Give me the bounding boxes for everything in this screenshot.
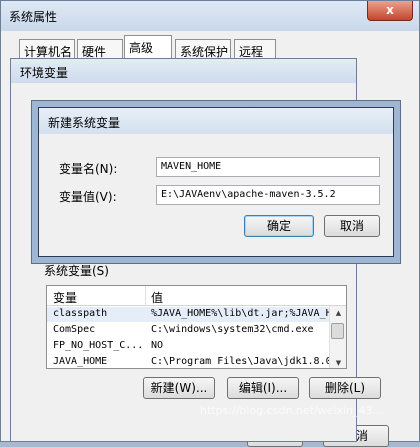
- variable-value: C:\Program Files\Java\jdk1.8.0_181: [151, 356, 330, 367]
- table-row[interactable]: classpath %JAVA_HOME%\lib\dt.jar;%JAVA_H…: [47, 307, 330, 322]
- variable-value: NO: [151, 340, 164, 351]
- table-row[interactable]: FP_NO_HOST_C... NO: [47, 339, 330, 354]
- column-divider: [145, 286, 146, 306]
- variable-name: FP_NO_HOST_C...: [53, 340, 144, 351]
- tab-label: 远程: [239, 45, 264, 59]
- scroll-down-arrow-icon[interactable]: ▼: [330, 356, 346, 368]
- system-variables-label: 系统变量(S): [44, 264, 109, 278]
- tab-system-protection[interactable]: 系统保护: [175, 39, 231, 59]
- tab-hardware[interactable]: 硬件: [77, 39, 123, 59]
- table-row[interactable]: JAVA_HOME C:\Program Files\Java\jdk1.8.0…: [47, 355, 330, 368]
- tab-computer-name[interactable]: 计算机名: [19, 39, 75, 59]
- close-button[interactable]: x: [367, 1, 413, 21]
- variable-value-field[interactable]: E:\JAVAenv\apache-maven-3.5.2: [156, 185, 380, 205]
- dialog-title: 新建系统变量: [48, 116, 121, 130]
- variable-name: ComSpec: [53, 324, 96, 335]
- table-header: 变量 值: [47, 286, 346, 306]
- system-properties-titlebar: 系统属性 x: [1, 1, 419, 31]
- variable-value: C:\windows\system32\cmd.exe: [151, 324, 314, 335]
- tab-remote[interactable]: 远程: [234, 39, 276, 59]
- tab-label: 计算机名: [24, 45, 73, 59]
- edit-variable-button[interactable]: 编辑(I)...: [227, 377, 299, 399]
- delete-variable-button[interactable]: 删除(L): [309, 377, 381, 399]
- scroll-thumb[interactable]: [331, 323, 344, 339]
- new-variable-button[interactable]: 新建(W)...: [143, 377, 215, 399]
- tab-label: 高级: [129, 41, 154, 55]
- dialog-titlebar: 新建系统变量: [39, 108, 393, 134]
- variable-name-field[interactable]: MAVEN_HOME: [156, 157, 380, 177]
- watermark: https://blog.csdn.net/weixin_43...: [200, 404, 384, 417]
- dialog-ok-button[interactable]: 确定: [244, 215, 314, 237]
- variable-value: %JAVA_HOME%\lib\dt.jar;%JAVA_HO...: [151, 308, 330, 319]
- env-titlebar: 环境变量: [11, 59, 356, 83]
- column-header-value[interactable]: 值: [151, 289, 163, 306]
- dialog-cancel-button[interactable]: 取消: [324, 215, 380, 237]
- env-window-title: 环境变量: [20, 66, 69, 80]
- new-system-variable-dialog: 新建系统变量 变量名(N): MAVEN_HOME 变量值(V): E:\JAV…: [38, 107, 394, 257]
- column-header-variable[interactable]: 变量: [53, 289, 77, 306]
- tab-label: 硬件: [82, 45, 107, 59]
- tab-label: 系统保护: [180, 45, 229, 59]
- variable-value-label: 变量值(V):: [59, 190, 117, 204]
- variable-name: JAVA_HOME: [53, 356, 108, 367]
- variable-name-label: 变量名(N):: [59, 162, 118, 176]
- table-row[interactable]: ComSpec C:\windows\system32\cmd.exe: [47, 323, 330, 338]
- variable-name: classpath: [53, 308, 108, 319]
- window-title: 系统属性: [9, 10, 58, 24]
- system-variables-table[interactable]: 变量 值 classpath %JAVA_HOME%\lib\dt.jar;%J…: [46, 285, 347, 369]
- close-icon: x: [386, 3, 394, 17]
- scroll-up-arrow-icon[interactable]: ▲: [330, 306, 346, 320]
